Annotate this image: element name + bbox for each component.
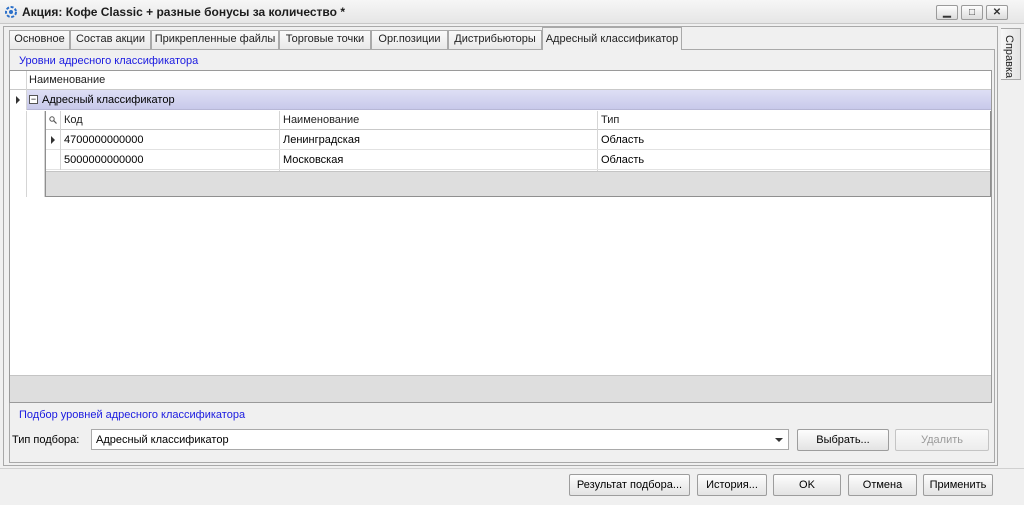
apply-button[interactable]: Применить [923, 474, 993, 496]
group-label: Адресный классификатор [42, 94, 175, 106]
levels-grid-footer [10, 375, 991, 402]
picker-section-title: Подбор уровней адресного классификатора [19, 409, 246, 421]
group-row[interactable]: − Адресный классификатор [10, 90, 991, 110]
picker-type-label: Тип подбора: [12, 434, 80, 446]
cancel-button[interactable]: Отмена [848, 474, 917, 496]
help-label: Справка [1003, 35, 1015, 79]
cell-type: Область [601, 134, 645, 146]
picker-type-value: Адресный классификатор [96, 434, 229, 446]
tab-distributors[interactable]: Дистрибьюторы [448, 30, 542, 49]
close-button[interactable]: ✕ [986, 5, 1008, 20]
detail-grid-header: Код Наименование Тип [46, 111, 990, 130]
ok-button[interactable]: OK [773, 474, 841, 496]
row-indicator-header [10, 71, 27, 90]
detail-grid[interactable]: Код Наименование Тип 4700000000000 Ленин… [45, 111, 991, 197]
table-row[interactable]: 4700000000000 Ленинградская Область [46, 130, 990, 150]
detail-gutter [10, 111, 27, 197]
cell-code: 5000000000000 [64, 154, 144, 166]
detail-indent [27, 111, 45, 197]
dialog-button-bar: Результат подбора... История... OK Отмен… [0, 468, 1024, 505]
levels-grid-header: Наименование [10, 71, 991, 90]
help-panel-tab[interactable]: Справка [1001, 28, 1021, 80]
row-indicator [46, 130, 61, 150]
minimize-button[interactable]: ▁ [936, 5, 958, 20]
levels-grid[interactable]: Наименование − Адресный классификатор Ко… [9, 70, 992, 403]
picker-type-select[interactable]: Адресный классификатор [91, 429, 789, 450]
row-indicator [10, 90, 27, 110]
cell-name: Московская [283, 154, 344, 166]
tab-main[interactable]: Основное [9, 30, 70, 49]
row-indicator [46, 150, 61, 170]
collapse-icon[interactable]: − [29, 95, 38, 104]
levels-section-title: Уровни адресного классификатора [19, 55, 199, 67]
detail-area: Код Наименование Тип 4700000000000 Ленин… [10, 111, 991, 197]
chevron-down-icon[interactable] [775, 438, 783, 442]
detail-header-indicator [46, 111, 61, 130]
column-header-code[interactable]: Код [64, 114, 83, 126]
maximize-button[interactable]: □ [961, 5, 983, 20]
column-header-type[interactable]: Тип [601, 114, 619, 126]
cell-name: Ленинградская [283, 134, 360, 146]
table-row[interactable]: 5000000000000 Московская Область [46, 150, 990, 170]
history-button[interactable]: История... [697, 474, 767, 496]
search-icon[interactable] [49, 116, 57, 124]
app-gear-icon [5, 6, 17, 18]
column-header-name[interactable]: Наименование [283, 114, 359, 126]
current-row-arrow-icon [51, 136, 55, 144]
tab-outlets[interactable]: Торговые точки [279, 30, 371, 49]
detail-grid-footer [46, 171, 990, 196]
select-button[interactable]: Выбрать... [797, 429, 889, 451]
tab-address-classifier[interactable]: Адресный классификатор [542, 27, 682, 50]
tab-promo-content[interactable]: Состав акции [70, 30, 151, 49]
window-title: Акция: Кофе Classic + разные бонусы за к… [22, 5, 345, 19]
delete-button[interactable]: Удалить [895, 429, 989, 451]
tab-attached-files[interactable]: Прикрепленные файлы [151, 30, 279, 49]
current-row-arrow-icon [16, 96, 20, 104]
cell-type: Область [601, 154, 645, 166]
cell-code: 4700000000000 [64, 134, 144, 146]
column-header-name[interactable]: Наименование [29, 74, 105, 86]
tab-org-positions[interactable]: Орг.позиции [371, 30, 448, 49]
picker-panel: Подбор уровней адресного классификатора … [9, 406, 992, 462]
title-bar: Акция: Кофе Classic + разные бонусы за к… [0, 0, 1024, 24]
selection-result-button[interactable]: Результат подбора... [569, 474, 690, 496]
